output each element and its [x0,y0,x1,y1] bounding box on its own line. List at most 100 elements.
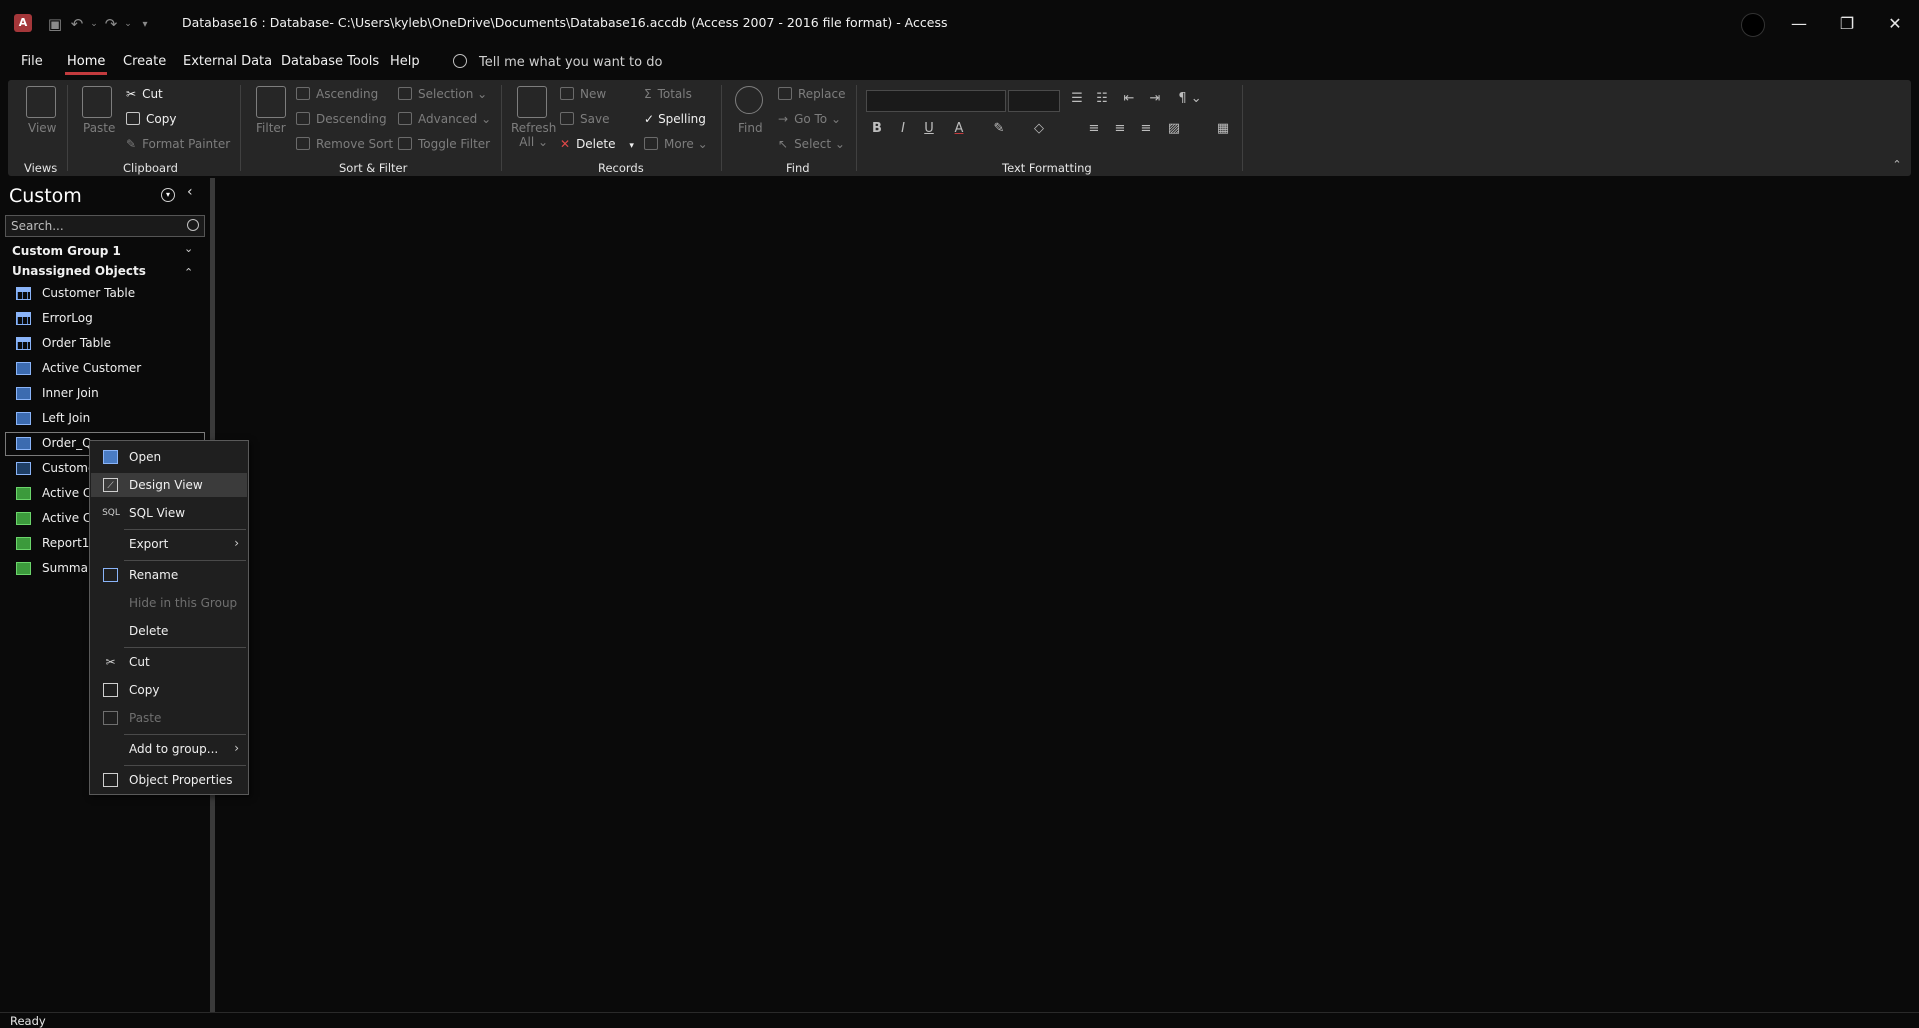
tab-create[interactable]: Create [123,54,166,69]
tab-external-data[interactable]: External Data [183,54,272,69]
save-label: Save [580,112,610,126]
replace-button[interactable]: Replace [778,87,845,101]
filter-icon[interactable] [256,86,286,118]
user-avatar[interactable] [1741,13,1765,37]
totals-button[interactable]: Σ Totals [644,87,692,101]
nav-item-customer-table[interactable]: Customer Table [5,282,205,306]
report-icon [16,562,31,575]
delete-record-button[interactable]: ✕ Delete ▾ [560,137,634,151]
view-button[interactable]: View [28,121,56,135]
nav-search-input[interactable]: Search... [5,215,205,237]
group-custom-group-1[interactable]: Custom Group 1 [12,244,121,258]
spelling-icon: ✓ [644,112,655,126]
increase-indent-icon[interactable]: ⇥ [1144,91,1166,106]
ctx-sql-view[interactable]: SQL SQL View [91,501,247,525]
properties-icon [103,773,118,787]
font-size-combo[interactable] [1008,90,1060,112]
nav-item-inner-join[interactable]: Inner Join [5,382,205,406]
ctx-open[interactable]: Open [91,445,247,469]
italic-button[interactable]: I [892,121,914,136]
find-button[interactable]: Find [738,121,763,135]
nav-item-left-join[interactable]: Left Join [5,407,205,431]
save-icon[interactable]: ▣ [44,15,66,33]
spelling-button[interactable]: ✓ Spelling [644,112,706,126]
paste-icon[interactable] [82,86,112,118]
tell-me-search[interactable]: Tell me what you want to do [453,54,662,70]
nav-menu-icon[interactable]: ▾ [161,188,175,202]
shutter-bar-close-icon[interactable]: ‹ [187,184,193,200]
bold-button[interactable]: B [866,121,888,136]
paste-button[interactable]: Paste [83,121,115,135]
ctx-copy[interactable]: Copy [91,678,247,702]
ribbon-divider [856,85,857,171]
selection-button[interactable]: Selection ⌄ [398,87,487,101]
nav-item-order-table[interactable]: Order Table [5,332,205,356]
select-button[interactable]: ↖ Select ⌄ [778,137,845,151]
remove-sort-button[interactable]: Remove Sort [296,137,393,151]
toggle-filter-button[interactable]: Toggle Filter [398,137,490,151]
filter-button[interactable]: Filter [256,121,286,135]
nav-item-label: Report1 [42,536,90,550]
align-center-icon[interactable]: ≡ [1109,121,1131,136]
underline-button[interactable]: U [918,121,940,136]
query-icon [16,387,31,400]
alternate-row-color-icon[interactable]: ▨ [1163,121,1185,136]
font-name-combo[interactable] [866,90,1006,112]
group-unassigned-objects[interactable]: Unassigned Objects [12,264,146,278]
save-record-button[interactable]: Save [560,112,609,126]
restore-button[interactable]: ❐ [1824,10,1870,38]
ctx-delete[interactable]: Delete [91,619,247,643]
ctx-object-properties[interactable]: Object Properties [91,768,247,792]
collapse-ribbon-icon[interactable]: ⌃ [1886,158,1908,171]
tab-database-tools[interactable]: Database Tools [281,54,379,69]
tab-home[interactable]: Home [64,54,108,75]
menu-separator [124,647,246,648]
chevron-down-icon[interactable]: ⌄ [184,242,193,255]
format-painter-button[interactable]: ✎ Format Painter [126,137,230,151]
chevron-up-icon[interactable]: ⌃ [184,266,193,279]
nav-item-errorlog[interactable]: ErrorLog [5,307,205,331]
bullets-icon[interactable]: ☰ [1066,91,1088,106]
ctx-rename[interactable]: Rename [91,563,247,587]
align-right-icon[interactable]: ≡ [1135,121,1157,136]
refresh-all-button[interactable]: Refresh All ⌄ [511,121,556,149]
ctx-add-to-group[interactable]: Add to group... › [91,737,247,761]
copy-button[interactable]: Copy [126,112,176,126]
delete-dropdown-icon[interactable]: ▾ [629,141,634,151]
align-left-icon[interactable]: ≡ [1083,121,1105,136]
highlight-icon[interactable]: ✎ [988,121,1010,136]
ascending-button[interactable]: Ascending [296,87,378,101]
redo-icon[interactable]: ↷ [100,15,122,33]
descending-button[interactable]: Descending [296,112,387,126]
group-clipboard-label: Clipboard [123,161,178,175]
numbering-icon[interactable]: ☷ [1091,91,1113,106]
background-color-icon[interactable]: ◇ [1028,121,1050,136]
advanced-button[interactable]: Advanced ⌄ [398,112,491,126]
ctx-label: SQL View [129,506,186,520]
decrease-indent-icon[interactable]: ⇤ [1118,91,1140,106]
find-icon[interactable] [735,86,763,114]
font-color-button[interactable]: A [948,121,970,136]
redo-dropdown-icon[interactable]: ⌄ [122,19,134,29]
gridlines-icon[interactable]: ▦ [1208,121,1238,136]
new-record-button[interactable]: New [560,87,606,101]
nav-item-active-customer[interactable]: Active Customer [5,357,205,381]
ctx-cut[interactable]: ✂ Cut [91,650,247,674]
tab-file[interactable]: File [21,54,43,69]
undo-icon[interactable]: ↶ [66,15,88,33]
ctx-paste: Paste [91,706,247,730]
go-to-button[interactable]: → Go To ⌄ [778,112,841,126]
nav-pane-title[interactable]: Custom [9,185,82,207]
ctx-design-view[interactable]: ⟋ Design View [91,473,247,497]
minimize-button[interactable]: — [1776,10,1822,38]
close-button[interactable]: ✕ [1872,10,1918,38]
customize-qat-icon[interactable]: ▾ [134,19,156,30]
ctx-export[interactable]: Export › [91,532,247,556]
paragraph-direction-icon[interactable]: ¶ ⌄ [1173,91,1207,106]
cut-button[interactable]: ✂ Cut [126,87,163,101]
tab-help[interactable]: Help [390,54,420,69]
more-button[interactable]: More ⌄ [644,137,708,151]
refresh-icon[interactable] [517,86,547,118]
undo-dropdown-icon[interactable]: ⌄ [88,19,100,29]
view-icon[interactable] [26,86,56,118]
